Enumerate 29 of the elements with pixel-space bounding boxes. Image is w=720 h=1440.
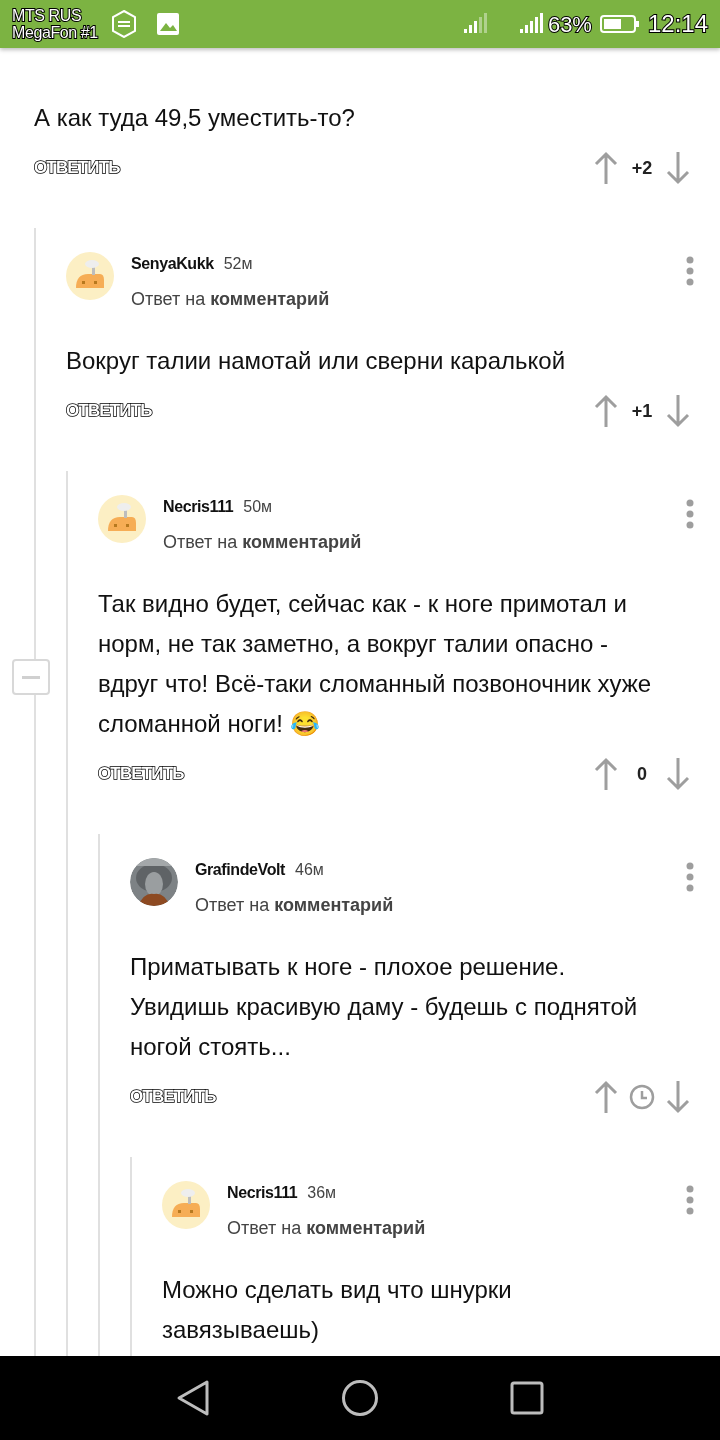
rating-score: 0 [636, 762, 648, 786]
author-name[interactable]: Necris111 [227, 1181, 298, 1205]
battery-percent: 63% [547, 10, 592, 39]
carrier-name: MegaFon #1 [12, 24, 98, 41]
comment-age: 50м [243, 497, 273, 517]
comment-text: Приматывать к ноге - плохое решение. Увидишь красивую даму - будешь с поднятой ногой стоять... [130, 952, 639, 1062]
laughing-emoji-icon: 😂 [282, 710, 320, 737]
comment-text: Вокруг талии намотай или сверни каралькой [66, 346, 567, 376]
comment-text: Так видно будет, сейчас как - к ноге примотал и норм, не так заметно, а вокруг талии опасно - вдруг что! Всё-таки сломанный позвоночник хуже сломанной ноги! 😂 [98, 589, 653, 739]
comment-age: 52м [223, 254, 253, 274]
author-name[interactable]: Necris111 [163, 495, 234, 519]
reply-to-text: Ответ на комментарий [227, 1217, 427, 1240]
rating-score: +1 [630, 399, 654, 423]
reply-to-text: Ответ на комментарий [195, 894, 395, 917]
rating-score: +2 [630, 156, 654, 180]
reply-button[interactable]: ОТВЕТИТЬ [98, 761, 184, 787]
reply-button[interactable]: ОТВЕТИТЬ [34, 155, 120, 181]
reply-button[interactable]: ОТВЕТИТЬ [66, 398, 152, 424]
comment-age: 46м [295, 860, 324, 880]
reply-button[interactable]: ОТВЕТИТЬ [130, 1084, 216, 1110]
comment-text: А как туда 49,5 уместить-то? [34, 103, 356, 133]
clock-time: 12:14 [647, 9, 708, 39]
reply-to-text: Ответ на комментарий [163, 531, 363, 554]
comment-age: 36м [307, 1183, 337, 1203]
author-name[interactable]: SenyaKukk [131, 252, 214, 276]
carrier-name: MTS RUS [12, 7, 83, 24]
author-name[interactable]: GrafindeVolt [195, 858, 286, 882]
comment-text: Можно сделать вид что шнурки завязываешь) [162, 1275, 513, 1345]
reply-to-text: Ответ на комментарий [131, 288, 331, 311]
